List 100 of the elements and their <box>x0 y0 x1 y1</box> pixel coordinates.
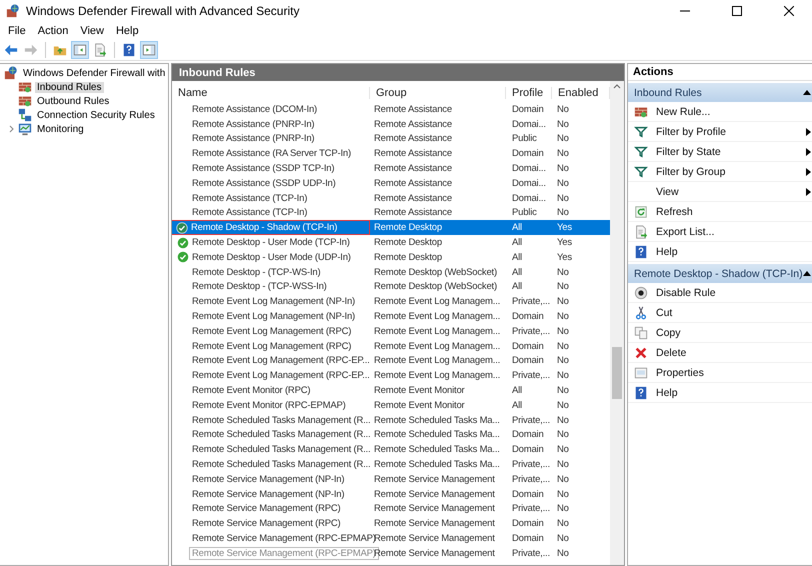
table-row[interactable]: Remote Assistance (RA Server TCP-In) Remote Assistance Domain No <box>172 146 610 162</box>
table-cell-text: Domai... <box>511 163 547 174</box>
table-row[interactable]: Remote Service Management (RPC-EPMAP)Remote Service Management Domain No <box>172 531 610 546</box>
table-cell: Remote Assistance (RA Server TCP-In) <box>192 148 351 160</box>
command-item[interactable]: Filter by Group <box>628 162 812 182</box>
table-row[interactable]: Remote Desktop - User Mode (TCP-In) Remote Desktop All Yes <box>172 235 610 250</box>
table-row[interactable]: Remote Event Log Management (RPC) Remote Event Log Managem... Private,... No <box>172 324 610 339</box>
table-row[interactable]: Remote Event Monitor (RPC-EPMAP) Remote Event Monitor All No <box>172 398 610 413</box>
command-item[interactable]: Properties <box>628 363 812 383</box>
section-header[interactable]: Remote Desktop - Shadow (TCP-In) <box>628 264 812 283</box>
table-cell: Remote Event Log Management (RPC) <box>192 326 352 337</box>
menu-item[interactable]: File <box>2 25 32 37</box>
command-item[interactable]: Disable Rule <box>628 283 812 303</box>
command-item[interactable]: Cut <box>628 303 812 323</box>
command-item[interactable]: Delete <box>628 343 812 363</box>
table-cell-text: Remote Desktop <box>373 222 443 234</box>
table-row[interactable]: Remote Event Log Management (NP-In) Remote Event Log Managem... Domain No <box>172 309 610 324</box>
firewall-icon <box>4 66 18 80</box>
command-item[interactable]: View <box>628 182 812 202</box>
wall-icon <box>634 104 648 118</box>
table-row[interactable]: Remote Scheduled Tasks Management (R... Remote Scheduled Tasks Ma... Private,... No <box>172 457 610 472</box>
menu-item[interactable]: View <box>74 25 110 37</box>
table-row[interactable]: Remote Assistance (TCP-In) Remote Assistance Public No <box>172 206 610 220</box>
column-header[interactable]: Group <box>370 87 506 99</box>
column-header[interactable]: Profile <box>506 87 552 99</box>
table-cell-text: No <box>556 444 570 456</box>
collapse-arrow-icon[interactable] <box>802 90 811 95</box>
table-row[interactable]: Remote Service Management (NP-In) Remote Service Management Domain No <box>172 486 610 502</box>
table-row[interactable]: Remote Service Management (RPC) Remote Service Management Domain No <box>172 516 610 532</box>
table-cell-text: Remote Desktop (WebSocket) <box>373 266 498 278</box>
table-cell-text: Remote Desktop <box>373 237 443 248</box>
table-row[interactable]: Remote Desktop - (TCP-WS-In) Remote Desktop (WebSocket) All No <box>172 264 610 280</box>
table-row[interactable]: Remote Service Management (RPC) Remote Service Management Private,... No <box>172 502 610 516</box>
scrollbar[interactable] <box>610 81 624 565</box>
table-row[interactable]: Remote Event Log Management (NP-In) Remote Event Log Managem... Private,... No <box>172 294 610 310</box>
table-row[interactable]: Remote Event Log Management (RPC) Remote Event Log Managem... Domain No <box>172 338 610 354</box>
table-cell: Remote Assistance (SSDP UDP-In) <box>192 178 336 189</box>
panel-title: Inbound Rules <box>172 64 624 81</box>
table-row[interactable]: Remote Scheduled Tasks Management (R... Remote Scheduled Tasks Ma... Private,... No <box>172 412 610 428</box>
table-row[interactable]: Remote Service Management (RPC-EPMAP)Remote Service Management Private,... No <box>172 546 610 561</box>
table-row[interactable]: Remote Scheduled Tasks Management (R... Remote Scheduled Tasks Ma... Domain No <box>172 442 610 458</box>
table-cell-text: Private,... <box>511 503 551 514</box>
table-row[interactable]: Remote Assistance (TCP-In) Remote Assistance Domai... No <box>172 190 610 206</box>
table-cell-text: Domai... <box>511 118 547 130</box>
table-cell: Remote Scheduled Tasks Management (R... <box>192 459 370 470</box>
tree-item[interactable]: Monitoring <box>35 124 86 134</box>
table-cell: Remote Event Log Management (RPC) <box>192 340 352 352</box>
tree-item[interactable]: Windows Defender Firewall with <box>21 68 168 78</box>
export-icon <box>93 43 107 57</box>
table-row[interactable]: Remote Event Monitor (RPC) Remote Event Monitor All No <box>172 383 610 398</box>
help-icon <box>122 43 136 57</box>
table-cell-text: No <box>556 178 570 189</box>
table-row[interactable]: Remote Service Management (NP-In) Remote Service Management Private,... No <box>172 472 610 487</box>
window-title: Windows Defender Firewall with Advanced Security <box>26 4 300 18</box>
command-item[interactable]: Help <box>628 383 812 403</box>
table-row[interactable]: Remote Desktop - Shadow (TCP-In) Remote Desktop All Yes <box>172 220 610 236</box>
table-cell-text: No <box>556 533 570 544</box>
pane-toolbar-button[interactable] <box>140 41 158 59</box>
panel-title: Actions <box>628 64 812 81</box>
table-cell-text: Remote Scheduled Tasks Ma... <box>373 429 501 440</box>
command-item[interactable]: Filter by Profile <box>628 122 812 142</box>
table-cell-text: Remote Event Log Managem... <box>373 311 502 322</box>
table-cell: Remote Service Management (NP-In) <box>192 474 344 485</box>
table-cell-text: No <box>556 414 570 426</box>
scroll-thumb[interactable] <box>612 347 622 399</box>
tree-item[interactable]: Inbound Rules <box>35 82 104 92</box>
table-row[interactable]: Remote Desktop - User Mode (UDP-In) Remote Desktop All Yes <box>172 250 610 265</box>
monitor-icon <box>18 122 32 136</box>
command-item[interactable]: New Rule... <box>628 102 812 122</box>
table-cell-text: No <box>556 163 570 174</box>
command-item[interactable]: Filter by State <box>628 142 812 162</box>
menu-item[interactable]: Action <box>32 25 74 37</box>
column-header[interactable]: Name <box>172 87 370 99</box>
collapse-arrow-icon[interactable] <box>802 271 811 276</box>
table-row[interactable]: Remote Assistance (SSDP TCP-In) Remote Assistance Domai... No <box>172 161 610 176</box>
tree-toolbar-button[interactable] <box>71 41 89 59</box>
menu-item[interactable]: Help <box>110 25 145 37</box>
table-cell-text: No <box>556 488 570 500</box>
table-row[interactable]: Remote Event Log Management (RPC-EP... Remote Event Log Managem... Private,... No <box>172 368 610 384</box>
table-row[interactable]: Remote Assistance (PNRP-In) Remote Assistance Public No <box>172 132 610 146</box>
command-item[interactable]: Help <box>628 242 812 262</box>
table-row[interactable]: Remote Assistance (SSDP UDP-In) Remote Assistance Domai... No <box>172 176 610 191</box>
command-item[interactable]: Export List... <box>628 222 812 242</box>
table-cell: Remote Desktop - (TCP-WS-In) <box>192 266 320 278</box>
table-row[interactable]: Remote Assistance (DCOM-In) Remote Assistance Domain No <box>172 102 610 117</box>
table-row[interactable]: Remote Desktop - (TCP-WSS-In) Remote Desktop (WebSocket) All No <box>172 280 610 294</box>
table-row[interactable]: Remote Event Log Management (RPC-EP... Remote Event Log Managem... Domain No <box>172 354 610 368</box>
table-cell-text: No <box>556 311 570 322</box>
network-icon <box>18 108 32 122</box>
table-cell-text: No <box>556 459 570 470</box>
tree-item[interactable]: Connection Security Rules <box>35 110 157 120</box>
section-header[interactable]: Inbound Rules <box>628 83 812 102</box>
table-cell-text: No <box>556 385 570 396</box>
command-item[interactable]: Copy <box>628 323 812 343</box>
table-cell-text: No <box>556 118 570 130</box>
command-item[interactable]: Refresh <box>628 202 812 222</box>
table-cell-text: Domai... <box>511 178 547 189</box>
tree-item[interactable]: Outbound Rules <box>35 96 112 106</box>
table-row[interactable]: Remote Assistance (PNRP-In) Remote Assistance Domai... No <box>172 116 610 132</box>
table-row[interactable]: Remote Scheduled Tasks Management (R... Remote Scheduled Tasks Ma... Domain No <box>172 428 610 442</box>
